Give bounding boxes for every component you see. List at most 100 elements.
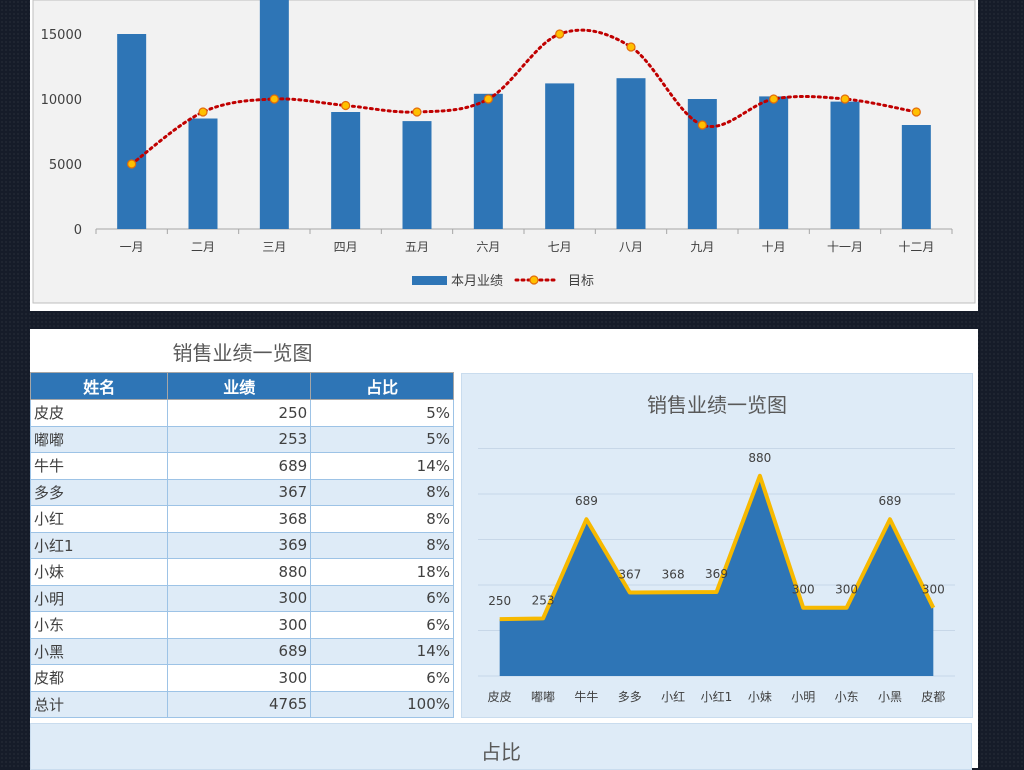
- data-label: 300: [922, 583, 945, 597]
- name-cell: 小红: [29, 505, 169, 533]
- legend-label-bar: 本月业绩: [451, 274, 503, 289]
- table-row: 嘟嘟 253 5%: [29, 425, 454, 453]
- share-cell: 5%: [310, 399, 454, 427]
- target-marker-一月: [127, 159, 137, 169]
- target-marker-八月: [626, 42, 636, 52]
- sales-cell: 368: [167, 505, 312, 533]
- sales-cell: 369: [167, 531, 312, 559]
- name-cell: 皮皮: [29, 399, 169, 427]
- table-row: 皮皮 250 5%: [29, 399, 454, 427]
- legend-label-line: 目标: [568, 274, 594, 289]
- x-tick-label: 小红: [661, 689, 685, 704]
- x-tick-label: 二月: [191, 240, 215, 254]
- target-marker-九月: [697, 120, 707, 130]
- bar-五月: [402, 121, 432, 229]
- table-row: 总计 4765 100%: [29, 690, 454, 718]
- share-cell: 5%: [310, 425, 454, 453]
- target-marker-十二月: [911, 107, 921, 117]
- y-tick-label: 5000: [49, 158, 82, 173]
- target-marker-二月: [198, 107, 208, 117]
- bar-二月: [188, 118, 218, 229]
- column-header: 占比: [310, 372, 454, 400]
- bar-十月: [759, 96, 789, 230]
- y-tick-label: 0: [74, 223, 82, 238]
- target-marker-五月: [412, 107, 422, 117]
- data-label: 367: [618, 568, 641, 582]
- sales-cell: 4765: [167, 690, 312, 718]
- x-tick-label: 牛牛: [574, 689, 598, 704]
- column-header: 业绩: [167, 372, 312, 400]
- name-cell: 嘟嘟: [29, 425, 169, 453]
- share-cell: 100%: [310, 690, 454, 718]
- table-row: 多多 367 8%: [29, 478, 454, 506]
- x-tick-label: 小妹: [748, 690, 772, 704]
- monthly-chart-panel: 0 5000 10000 15000 一月 二月 三月 四月 五月 六月 七月 八月 九月 十月 十一月 十二…: [30, 0, 978, 311]
- x-tick-label: 五月: [405, 240, 429, 254]
- bar-七月: [545, 83, 575, 230]
- sales-table: 姓名 业绩 占比 皮皮 250 5% 嘟嘟 253 5% 牛牛 689 14% 多多 367 8% 小红 36…: [29, 372, 454, 718]
- area-chart: 销售业绩一览图 250 253 689 367 368 369 880 300 300 689 300…: [478, 393, 955, 704]
- x-tick-label: 七月: [548, 240, 572, 254]
- bar-八月: [616, 78, 646, 229]
- table-row: 牛牛 689 14%: [29, 452, 454, 480]
- x-tick-label: 小黑: [878, 690, 902, 704]
- target-marker-三月: [269, 94, 279, 104]
- target-marker-四月: [341, 100, 351, 111]
- bar-三月: [259, 0, 289, 229]
- area-chart-panel: 销售业绩一览图 250 253 689 367 368 369 880 300 300 689 300…: [461, 373, 973, 718]
- name-cell: 总计: [29, 690, 169, 718]
- x-tick-label: 八月: [619, 240, 643, 254]
- name-cell: 多多: [29, 478, 169, 506]
- share-cell: 18%: [310, 558, 454, 586]
- target-marker-七月: [555, 29, 565, 39]
- area-chart-title: 销售业绩一览图: [647, 393, 787, 417]
- table-row: 小明 300 6%: [29, 584, 454, 612]
- share-cell: 8%: [310, 531, 454, 559]
- sales-cell: 689: [167, 452, 312, 480]
- bar-四月: [331, 112, 361, 229]
- target-marker-六月: [483, 94, 493, 104]
- data-label: 368: [662, 567, 685, 581]
- target-marker-十月: [769, 94, 779, 104]
- share-cell: 8%: [310, 478, 454, 506]
- share-cell: 14%: [310, 637, 454, 665]
- share-cell: 14%: [310, 452, 454, 480]
- x-tick-label: 十二月: [898, 240, 934, 254]
- x-tick-label: 四月: [334, 240, 358, 254]
- table-row: 小黑 689 14%: [29, 637, 454, 665]
- sales-cell: 689: [167, 637, 312, 665]
- data-label: 369: [705, 567, 728, 581]
- name-cell: 小妹: [29, 558, 169, 586]
- x-tick-label: 小东: [835, 690, 859, 704]
- share-cell: 6%: [310, 664, 454, 692]
- data-label: 300: [792, 583, 815, 597]
- share-cell: 6%: [310, 584, 454, 612]
- pie-chart-title: 占比: [481, 740, 521, 764]
- table-row: 小红 368 8%: [29, 505, 454, 533]
- name-cell: 小红1: [29, 531, 169, 559]
- x-tick-label: 多多: [618, 690, 642, 704]
- table-row: 皮都 300 6%: [29, 664, 454, 692]
- data-label: 689: [575, 494, 598, 508]
- table-row: 小红1 369 8%: [29, 531, 454, 559]
- sales-cell: 253: [167, 425, 312, 453]
- sales-cell: 300: [167, 664, 312, 692]
- x-tick-label: 小明: [791, 690, 815, 704]
- y-tick-label: 10000: [41, 93, 82, 108]
- table-header-row: 姓名 业绩 占比: [29, 372, 454, 400]
- sales-cell: 300: [167, 584, 312, 612]
- sales-cell: 880: [167, 558, 312, 586]
- monthly-chart: 0 5000 10000 15000 一月 二月 三月 四月 五月 六月 七月 八月 九月 十月 十一月 十二…: [32, 0, 976, 304]
- x-tick-label: 一月: [120, 240, 144, 254]
- bar-十一月: [830, 101, 860, 229]
- column-header: 姓名: [29, 372, 169, 400]
- data-label: 250: [488, 594, 511, 608]
- share-cell: 8%: [310, 505, 454, 533]
- y-tick-label: 15000: [41, 28, 82, 43]
- bar-六月: [473, 93, 503, 229]
- table-row: 小妹 880 18%: [29, 558, 454, 586]
- x-tick-label: 皮皮: [488, 690, 512, 704]
- sales-cell: 300: [167, 611, 312, 639]
- data-label: 689: [879, 494, 902, 508]
- x-tick-label: 小红1: [701, 689, 733, 704]
